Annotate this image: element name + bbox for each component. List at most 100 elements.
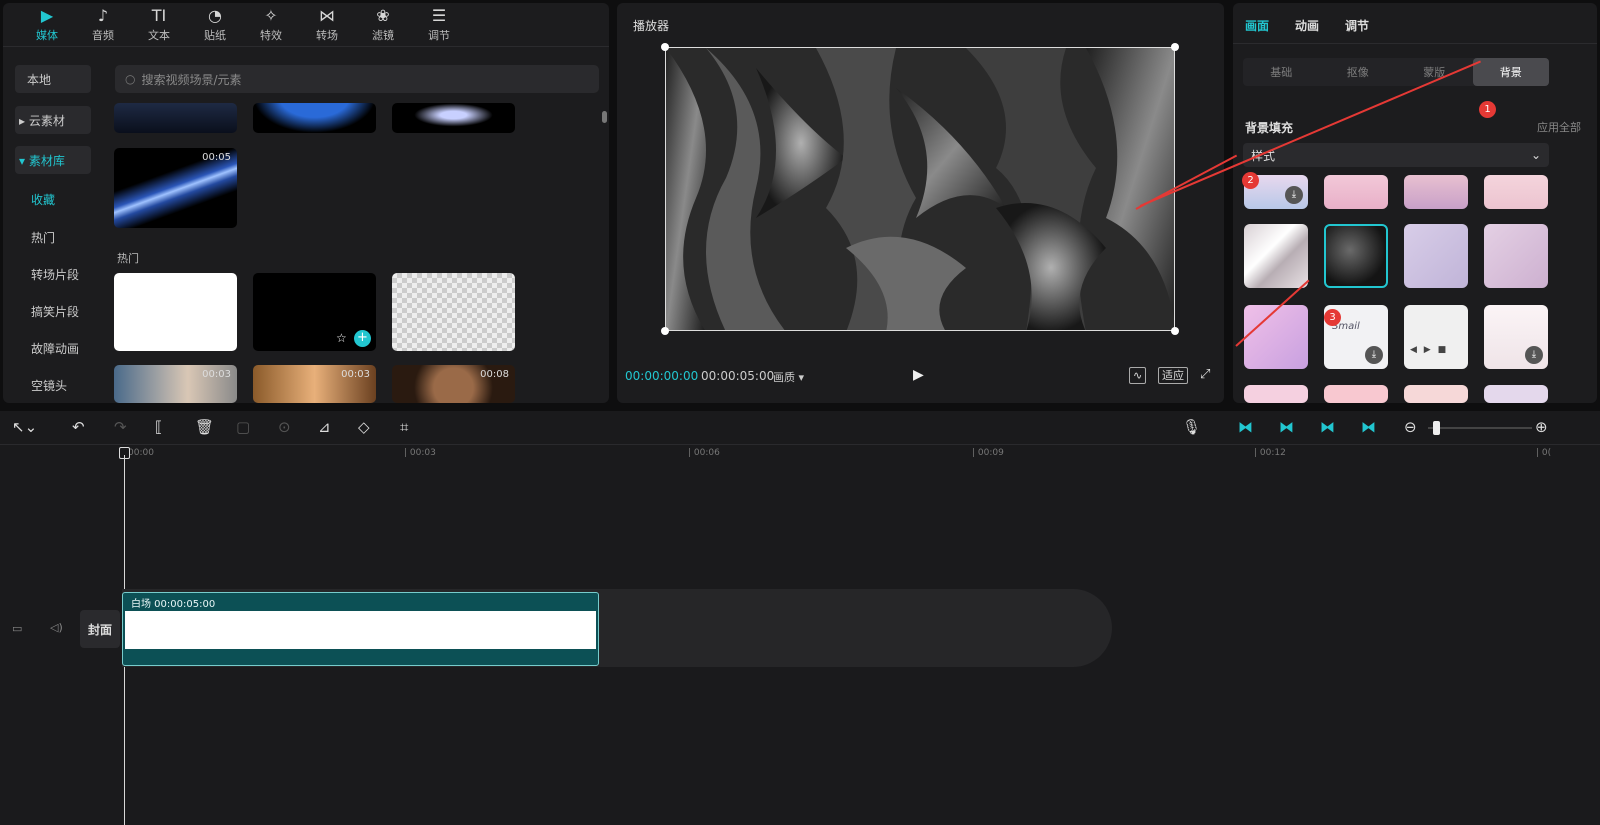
- auto-snap-icon[interactable]: ⧓: [1279, 417, 1294, 437]
- background-swatch[interactable]: ⤓: [1484, 305, 1548, 369]
- media-thumbnail[interactable]: [253, 103, 376, 133]
- apply-all-button[interactable]: 应用全部: [1537, 119, 1581, 135]
- zoom-slider[interactable]: [1428, 427, 1532, 429]
- subtab-basic[interactable]: 基础: [1243, 58, 1320, 86]
- undo-icon[interactable]: ↶: [72, 417, 85, 437]
- transparent-clip-thumbnail[interactable]: [392, 273, 515, 351]
- redo-icon[interactable]: ↷: [114, 417, 127, 437]
- clip-label: 白场 00:00:05:00: [131, 599, 216, 610]
- background-swatch[interactable]: [1404, 175, 1468, 209]
- media-thumbnail[interactable]: [114, 103, 237, 133]
- black-clip-thumbnail[interactable]: ☆ +: [253, 273, 376, 351]
- media-thumbnail[interactable]: 00:03: [253, 365, 376, 403]
- background-swatch[interactable]: [1244, 305, 1308, 369]
- background-swatch[interactable]: [1404, 385, 1468, 403]
- freeze-icon[interactable]: ▢: [236, 417, 250, 437]
- track-video-icon[interactable]: ▭: [12, 622, 22, 635]
- timeline-ruler[interactable]: 00:00 | 00:03 | 00:06 | 00:09 | 00:12 | …: [0, 445, 1600, 461]
- background-swatch[interactable]: [1324, 175, 1388, 209]
- rotate-icon[interactable]: ◇: [358, 417, 370, 437]
- sidebar-item-glitch[interactable]: 故障动画: [15, 334, 91, 362]
- play-icon[interactable]: ▶: [913, 367, 924, 383]
- split-icon[interactable]: ⟦: [155, 417, 162, 437]
- media-thumbnail[interactable]: 00:03: [114, 365, 237, 403]
- timeline-clip[interactable]: 白场 00:00:05:00: [122, 592, 599, 666]
- sidebar-item-empty-shots[interactable]: 空镜头: [15, 371, 91, 399]
- tab-label: 音频: [92, 28, 114, 42]
- fit-ratio-button[interactable]: 适应: [1158, 367, 1188, 384]
- tab-adjust[interactable]: ☰ 调节: [411, 3, 467, 46]
- linkage-icon[interactable]: ⧓: [1320, 417, 1335, 437]
- snap-main-track-icon[interactable]: ⧓: [1238, 417, 1253, 437]
- silk-background-image: [666, 48, 1174, 330]
- media-tabs: ▶ 媒体 ♪ 音频 TI 文本 ◔ 贴纸 ✧ 特效 ⋈ 转场 ❀ 滤镜 ☰ 调节: [3, 3, 609, 47]
- ruler-label: | 00:12: [1254, 448, 1286, 458]
- resize-handle[interactable]: [1171, 43, 1179, 51]
- quality-dropdown[interactable]: 画质 ▾: [773, 369, 804, 385]
- cover-button[interactable]: 封面: [80, 610, 120, 648]
- tab-effects[interactable]: ✧ 特效: [243, 3, 299, 46]
- resize-handle[interactable]: [661, 43, 669, 51]
- background-swatch[interactable]: ◀ ▶ ■: [1404, 305, 1468, 369]
- background-swatch[interactable]: [1244, 224, 1308, 288]
- sidebar-item-hot[interactable]: 热门: [15, 223, 91, 251]
- microphone-icon[interactable]: 🎙: [1182, 417, 1201, 437]
- tab-audio[interactable]: ♪ 音频: [75, 3, 131, 46]
- sidebar-item-library[interactable]: ▾ 素材库: [15, 146, 91, 174]
- duration-label: 00:08: [480, 369, 509, 380]
- select-cursor-icon[interactable]: ↖⌄: [12, 417, 37, 437]
- sidebar-item-cloud[interactable]: ▸ 云素材: [15, 106, 91, 134]
- background-swatch[interactable]: [1244, 385, 1308, 403]
- video-preview[interactable]: [665, 47, 1175, 331]
- tab-adjust-props[interactable]: 调节: [1345, 17, 1369, 34]
- background-swatch[interactable]: [1484, 385, 1548, 403]
- clip-thumbnail-strip: [125, 611, 596, 649]
- media-thumbnail[interactable]: 00:05: [114, 148, 237, 228]
- favorite-star-icon[interactable]: ☆: [336, 331, 347, 345]
- subtab-keying[interactable]: 抠像: [1320, 58, 1397, 86]
- waveform-icon[interactable]: ∿: [1129, 367, 1147, 384]
- background-swatch[interactable]: [1484, 175, 1548, 209]
- tab-media[interactable]: ▶ 媒体: [19, 3, 75, 46]
- tab-filter[interactable]: ❀ 滤镜: [355, 3, 411, 46]
- background-swatch[interactable]: [1404, 224, 1468, 288]
- reverse-icon[interactable]: ⊙: [278, 417, 291, 437]
- white-clip-thumbnail[interactable]: [114, 273, 237, 351]
- sticker-icon: ◔: [208, 5, 222, 25]
- property-subtabs: 基础 抠像 蒙版 背景: [1243, 58, 1549, 86]
- crop-icon[interactable]: ⌗: [400, 417, 408, 437]
- duration-label: 00:05: [202, 152, 231, 163]
- track-mute-icon[interactable]: ◁): [50, 621, 63, 634]
- background-swatch[interactable]: [1324, 385, 1388, 403]
- fullscreen-icon[interactable]: ⤢: [1200, 367, 1210, 382]
- zoom-out-icon[interactable]: ⊖: [1404, 417, 1417, 437]
- background-fill-title: 背景填充: [1245, 121, 1294, 135]
- tab-text[interactable]: TI 文本: [131, 3, 187, 46]
- zoom-slider-handle[interactable]: [1433, 421, 1440, 435]
- tab-sticker[interactable]: ◔ 贴纸: [187, 3, 243, 46]
- sidebar-item-local[interactable]: 本地: [15, 65, 91, 93]
- sidebar-item-transition-clips[interactable]: 转场片段: [15, 260, 91, 288]
- resize-handle[interactable]: [1171, 327, 1179, 335]
- search-input[interactable]: ○ 搜索视频场景/元素: [115, 65, 599, 93]
- mirror-icon[interactable]: ⊿: [318, 417, 331, 437]
- timeline-panel: ↖⌄ ↶ ↷ ⟦ 🗑 ▢ ⊙ ⊿ ◇ ⌗ 🎙 ⧓ ⧓ ⧓ ⧓ ⊖ ⊕ 00:00…: [0, 411, 1600, 825]
- delete-icon[interactable]: 🗑: [195, 417, 214, 437]
- scrollbar-thumb[interactable]: [602, 111, 607, 123]
- media-thumbnail[interactable]: 00:08: [392, 365, 515, 403]
- style-select[interactable]: 样式 ⌄: [1243, 143, 1549, 167]
- resize-handle[interactable]: [661, 327, 669, 335]
- media-play-icon: ▶: [40, 5, 54, 25]
- zoom-in-icon[interactable]: ⊕: [1535, 417, 1548, 437]
- sidebar-item-favorites[interactable]: 收藏: [15, 185, 91, 213]
- add-plus-icon[interactable]: +: [354, 330, 371, 347]
- media-thumbnail[interactable]: [392, 103, 515, 133]
- tab-animation[interactable]: 动画: [1295, 17, 1319, 34]
- tab-transition[interactable]: ⋈ 转场: [299, 3, 355, 46]
- background-swatch-selected[interactable]: [1324, 224, 1388, 288]
- sidebar-item-funny-clips[interactable]: 搞笑片段: [15, 297, 91, 325]
- background-swatch[interactable]: [1484, 224, 1548, 288]
- subtab-background[interactable]: 背景: [1472, 58, 1549, 86]
- tab-picture[interactable]: 画面: [1245, 17, 1269, 34]
- preview-axis-icon[interactable]: ⧓: [1361, 417, 1376, 437]
